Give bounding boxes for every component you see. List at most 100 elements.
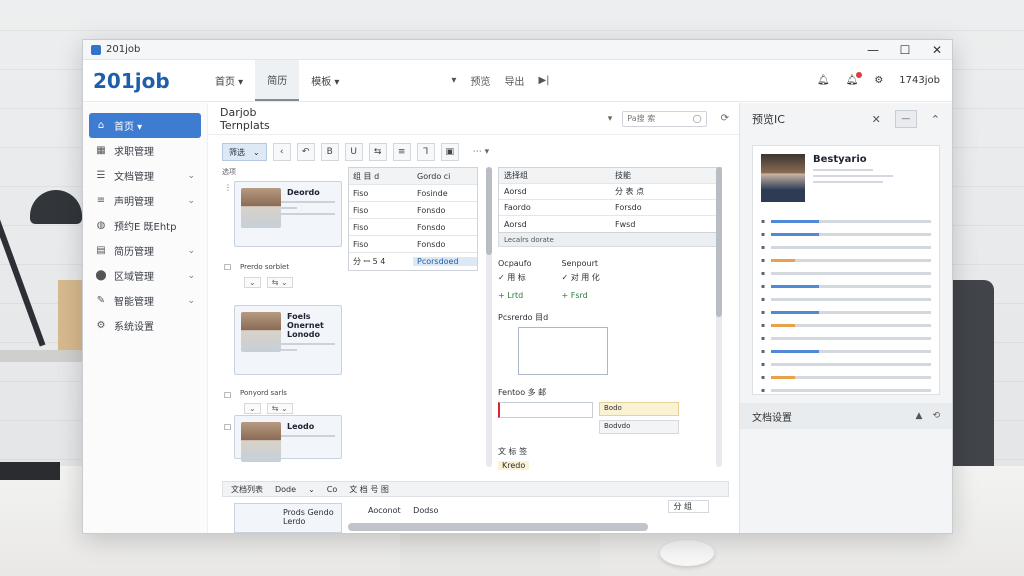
tool-dropdown-icon[interactable]: ▾	[451, 75, 456, 86]
minimize-icon[interactable]: —	[866, 43, 880, 57]
user-name[interactable]: 1743job	[899, 75, 940, 86]
nav-home[interactable]: 首页 ▾	[203, 60, 255, 101]
search-icon: ◯	[692, 114, 702, 123]
tag-badge[interactable]: Bodvdo	[599, 420, 679, 434]
text-input-field[interactable]	[498, 402, 593, 418]
chevron-down-icon[interactable]: ⌄	[244, 403, 261, 414]
filter-select[interactable]: 筛选 ⌄	[222, 143, 267, 161]
vertical-scrollbar[interactable]	[716, 167, 722, 467]
preview-footer-label: 文档设置	[752, 412, 792, 424]
table-row[interactable]: Faordo Forsdo	[499, 200, 721, 216]
option-tag[interactable]: ✓ 对 用 化	[561, 272, 599, 283]
sidebar-item-booking[interactable]: ◍ 预约E 既Ehtp	[89, 213, 201, 238]
refresh-icon[interactable]: ⟳	[721, 113, 729, 124]
minimize-icon[interactable]: —	[894, 110, 917, 128]
bullet-icon: ▪	[761, 296, 766, 303]
image-icon[interactable]: ▣	[440, 143, 459, 161]
nav-resume[interactable]: 简历	[255, 60, 300, 101]
bullet-icon: ▪	[761, 361, 766, 368]
maximize-icon[interactable]: ☐	[898, 43, 912, 57]
table-row[interactable]: Fiso Fonsdo	[349, 219, 477, 236]
close-icon[interactable]: ✕	[930, 43, 944, 57]
main-header: Darjob Ternplats ▾ Pa搜 索 ◯ ⟳	[208, 103, 741, 135]
bell-icon[interactable]: 🔔︎	[817, 75, 830, 86]
text-line	[771, 376, 931, 379]
link-icon[interactable]: ⇆	[368, 143, 387, 161]
row-handle[interactable]: ⋮	[224, 183, 232, 192]
nav-templates[interactable]: 模板 ▾	[299, 60, 351, 101]
chevron-up-icon[interactable]: ▲	[916, 411, 923, 421]
brand-logo[interactable]: 201job	[83, 69, 203, 93]
chevron-down-icon[interactable]: ▾	[608, 114, 613, 124]
row-checkbox[interactable]: ☐	[224, 263, 231, 272]
candidate-card[interactable]: Foels Onernet Lonodo	[234, 305, 342, 375]
scrollbar-thumb[interactable]	[348, 523, 648, 531]
sidebar-item-jobs[interactable]: ▦ 求职管理	[89, 138, 201, 163]
doc-icon: ▤	[96, 245, 106, 256]
sidebar-item-resume[interactable]: ▤ 简历管理 ⌄	[89, 238, 201, 263]
link-icon[interactable]: ⇆ ⌄	[266, 403, 293, 414]
tag-badge[interactable]: Bodo	[599, 402, 679, 416]
row-checkbox[interactable]: ☐	[224, 423, 231, 432]
candidate-card[interactable]: Leodo	[234, 415, 342, 462]
table-row: 组 目 d Gordo ci	[349, 168, 477, 185]
bottom-tab[interactable]: Dode	[275, 485, 296, 494]
option-tag[interactable]: ✓ 用 标	[498, 272, 531, 283]
option-ok[interactable]: + Fsrd	[561, 291, 587, 300]
more-options[interactable]: ⋯ ▾	[473, 147, 489, 157]
vertical-scrollbar[interactable]	[486, 167, 492, 467]
table-cell: Gordo ci	[417, 171, 451, 181]
tool-play-icon[interactable]: ▶|	[538, 75, 549, 86]
tool-preview[interactable]: 预览	[470, 73, 490, 88]
bold-icon[interactable]: B	[320, 143, 339, 161]
table-row[interactable]: Aorsd Fwsd	[499, 216, 721, 232]
table-row[interactable]: Fiso Fonsdo	[349, 236, 477, 253]
tool-export[interactable]: 导出	[504, 73, 524, 88]
bullet-icon: ▪	[761, 335, 766, 342]
sidebar-item-home[interactable]: ⌂ 首页 ▾	[89, 113, 201, 138]
undo-icon[interactable]: ↶	[296, 143, 315, 161]
link-icon[interactable]: ⇆ ⌄	[266, 277, 293, 288]
chevron-up-icon[interactable]: ⌃	[931, 113, 940, 126]
table-cell: Fiso	[353, 188, 369, 198]
group-select[interactable]: 分 组	[668, 500, 709, 513]
table-row[interactable]: Fiso Fonsdo	[349, 202, 477, 219]
table-cell: Fiso	[353, 205, 369, 215]
option-tag-label: 对 用 化	[570, 273, 600, 282]
bottom-tab[interactable]: Co	[327, 485, 337, 494]
horizontal-scrollbar[interactable]	[348, 523, 648, 531]
sidebar-item-smart[interactable]: ✎ 智能管理 ⌄	[89, 288, 201, 313]
scrollbar-thumb[interactable]	[486, 167, 492, 255]
table-row: 选择组 技能	[499, 168, 721, 184]
table-row[interactable]: 分 ꟷ 5 4 Pcorsdoed	[349, 253, 477, 270]
candidate-card[interactable]: Deordo	[234, 181, 342, 247]
align-icon[interactable]: ≡	[392, 143, 411, 161]
top-tools: ▾ 预览 导出 ▶|	[451, 73, 549, 88]
table-row[interactable]: Fiso Fosinde	[349, 185, 477, 202]
chevron-down-icon[interactable]: ⌄	[308, 485, 315, 494]
underline-icon[interactable]: U	[344, 143, 363, 161]
tag-badge[interactable]: Kredo	[498, 461, 530, 470]
scrollbar-thumb[interactable]	[716, 167, 722, 317]
sidebar-item-statements[interactable]: ≡ 声明管理 ⌄	[89, 188, 201, 213]
alert-icon[interactable]: 🔔︎	[846, 72, 863, 86]
refresh-icon[interactable]: ⟲	[932, 411, 940, 421]
row-checkbox[interactable]: ☐	[224, 391, 231, 400]
avatar	[241, 422, 281, 462]
sidebar-item-region[interactable]: ⬤ 区域管理 ⌄	[89, 263, 201, 288]
table-row[interactable]: Aorsd 分 表 点	[499, 184, 721, 200]
candidate-card[interactable]: Prods Gendo Lerdo	[234, 503, 342, 533]
table-cell-selected: Pcorsdoed	[413, 257, 477, 266]
search-input[interactable]: Pa搜 索 ◯	[622, 110, 707, 127]
sidebar-item-settings[interactable]: ⚙ 系统设置	[89, 313, 201, 338]
chevron-down-icon[interactable]: ⌄	[244, 277, 261, 288]
sidebar-item-docs[interactable]: ☰ 文档管理 ⌄	[89, 163, 201, 188]
text-area-field[interactable]	[518, 327, 608, 375]
field-row: Bodo Bodvdo	[498, 402, 722, 434]
text-icon[interactable]: Ꞁ	[416, 143, 435, 161]
settings-icon[interactable]: ⚙	[874, 75, 883, 86]
option-ok[interactable]: + Lrtd	[498, 291, 523, 300]
bottom-tab[interactable]: 文 档 号 图	[349, 484, 389, 495]
close-icon[interactable]: ✕	[872, 113, 881, 126]
back-icon[interactable]: ‹	[272, 143, 291, 161]
